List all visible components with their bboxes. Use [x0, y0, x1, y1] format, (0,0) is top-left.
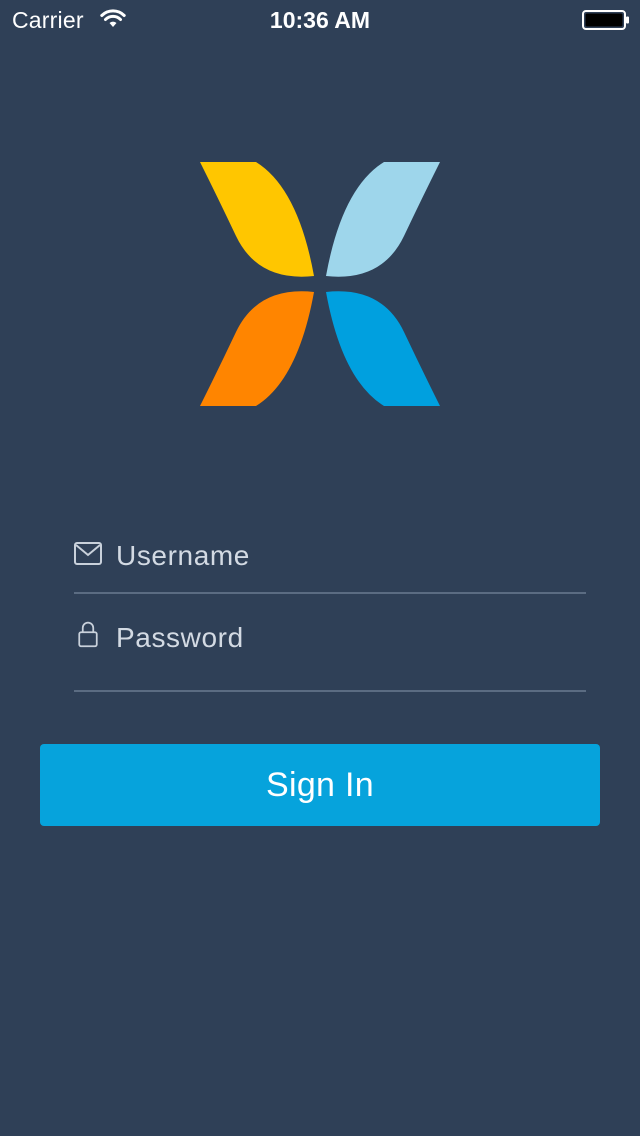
status-time: 10:36 AM — [269, 7, 371, 33]
sign-in-button[interactable]: Sign In — [40, 744, 600, 826]
logo-petal-top-right — [326, 162, 440, 277]
envelope-icon — [74, 542, 102, 565]
username-input[interactable] — [116, 534, 556, 578]
logo-petal-bottom-right — [326, 291, 440, 406]
logo-petal-top-left — [200, 162, 314, 277]
lock-icon — [78, 621, 98, 648]
username-field — [74, 520, 586, 594]
password-input[interactable] — [116, 616, 556, 660]
battery-icon — [582, 10, 629, 30]
login-form — [74, 520, 586, 692]
password-field — [74, 594, 586, 692]
logo-petal-bottom-left — [200, 291, 314, 406]
status-bar: Carrier 10:36 AM — [0, 0, 640, 40]
app-logo-icon — [200, 162, 440, 406]
